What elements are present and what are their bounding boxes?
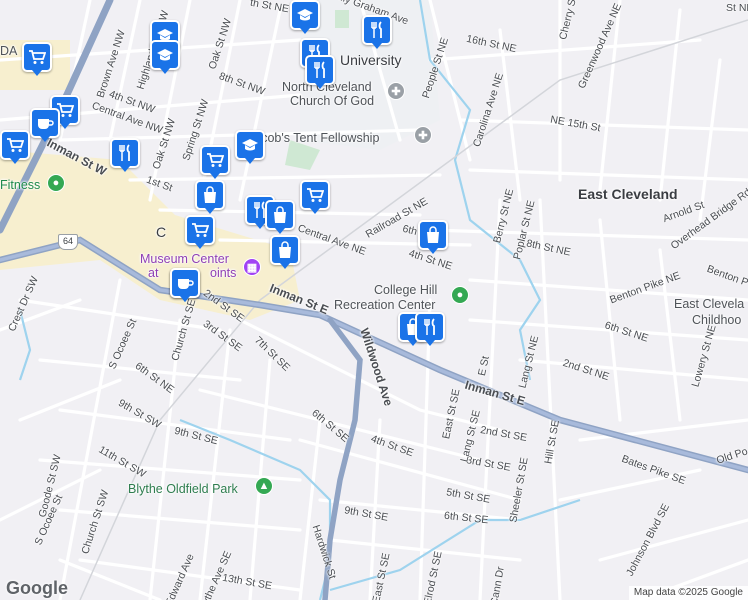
cart-pin[interactable] (300, 180, 330, 214)
graduation-cap-icon (235, 130, 265, 160)
fitness-icon[interactable]: ● (47, 174, 65, 192)
coffee-pin[interactable] (30, 108, 60, 142)
church-icon-2[interactable]: ✚ (414, 126, 432, 144)
place-label-museum-2: at (148, 266, 159, 280)
pin-tail (255, 223, 265, 229)
restaurant-pin[interactable] (305, 55, 335, 89)
pin-tail (10, 158, 20, 164)
pin-tail (428, 248, 438, 254)
road-label-st-ne: St NE (726, 2, 748, 14)
us-64-shield: 64 (58, 234, 78, 250)
restaurant-icon (415, 312, 445, 342)
restaurant-icon (110, 138, 140, 168)
place-label-east-cleveland: East Cleveland (578, 186, 678, 202)
shopping-bag-pin[interactable] (418, 220, 448, 254)
church-icon[interactable]: ✚ (387, 82, 405, 100)
pin-tail (280, 263, 290, 269)
graduation-cap-pin[interactable] (235, 130, 265, 164)
park-patch-2 (335, 10, 349, 28)
coffee-pin[interactable] (170, 268, 200, 302)
graduation-cap-pin[interactable] (150, 40, 180, 74)
pin-tail (315, 83, 325, 89)
graduation-cap-icon (150, 40, 180, 70)
place-label-church-2: Church Of God (290, 94, 375, 108)
place-label-fellowship: Jacob's Tent Fellowship (248, 131, 380, 145)
pin-tail (180, 296, 190, 302)
graduation-cap-pin[interactable] (290, 0, 320, 34)
cart-pin[interactable] (200, 145, 230, 179)
shopping-bag-pin[interactable] (265, 200, 295, 234)
cart-icon (0, 130, 30, 160)
museum-icon[interactable]: ▦ (243, 258, 261, 276)
place-label-university: University (340, 52, 402, 68)
pin-tail (195, 243, 205, 249)
pin-tail (372, 43, 382, 49)
pin-tail (160, 68, 170, 74)
place-label-recreation-2: Recreation Center (334, 298, 436, 312)
place-label-museum-3: oints (210, 266, 237, 280)
cart-icon (185, 215, 215, 245)
pin-tail (60, 123, 70, 129)
pin-tail (120, 166, 130, 172)
place-label-childhood: Childhoo (692, 313, 742, 327)
map-attribution[interactable]: Map data ©2025 Google (628, 586, 748, 600)
cart-icon (200, 145, 230, 175)
restaurant-icon (362, 15, 392, 45)
map-canvas[interactable]: East Cleveland East Clevela Childhoo L U… (0, 0, 748, 600)
restaurant-pin[interactable] (415, 312, 445, 346)
cart-pin[interactable] (185, 215, 215, 249)
park-tree-icon[interactable]: ▲ (255, 477, 273, 495)
pin-tail (210, 173, 220, 179)
pin-tail (205, 208, 215, 214)
cart-pin[interactable] (0, 130, 30, 164)
pin-tail (32, 70, 42, 76)
cart-pin[interactable] (22, 42, 52, 76)
cart-icon (22, 42, 52, 72)
place-label-east-cleveland-2: East Clevela (674, 297, 745, 311)
pin-tail (245, 158, 255, 164)
recreation-center-icon[interactable]: ● (451, 286, 469, 304)
shopping-bag-icon (418, 220, 448, 250)
place-label-recreation-1: College Hill (374, 283, 438, 297)
graduation-cap-icon (290, 0, 320, 30)
shopping-bag-icon (270, 235, 300, 265)
cart-icon (300, 180, 330, 210)
pin-tail (40, 136, 50, 142)
place-label-park: Blythe Oldfield Park (128, 482, 238, 496)
shopping-bag-icon (195, 180, 225, 210)
google-logo: Google (6, 578, 68, 598)
pin-tail (425, 340, 435, 346)
place-label-da: DA (0, 44, 18, 58)
place-label-fitness: Fitness (0, 178, 41, 192)
shopping-bag-pin[interactable] (195, 180, 225, 214)
restaurant-pin[interactable] (362, 15, 392, 49)
shopping-bag-icon (265, 200, 295, 230)
restaurant-icon (305, 55, 335, 85)
pin-tail (275, 228, 285, 234)
restaurant-pin[interactable] (110, 138, 140, 172)
pin-tail (300, 28, 310, 34)
place-label-city: C (156, 224, 167, 240)
place-label-museum-1: Museum Center (140, 252, 229, 266)
pin-tail (310, 208, 320, 214)
coffee-icon (30, 108, 60, 138)
shopping-bag-pin[interactable] (270, 235, 300, 269)
coffee-icon (170, 268, 200, 298)
